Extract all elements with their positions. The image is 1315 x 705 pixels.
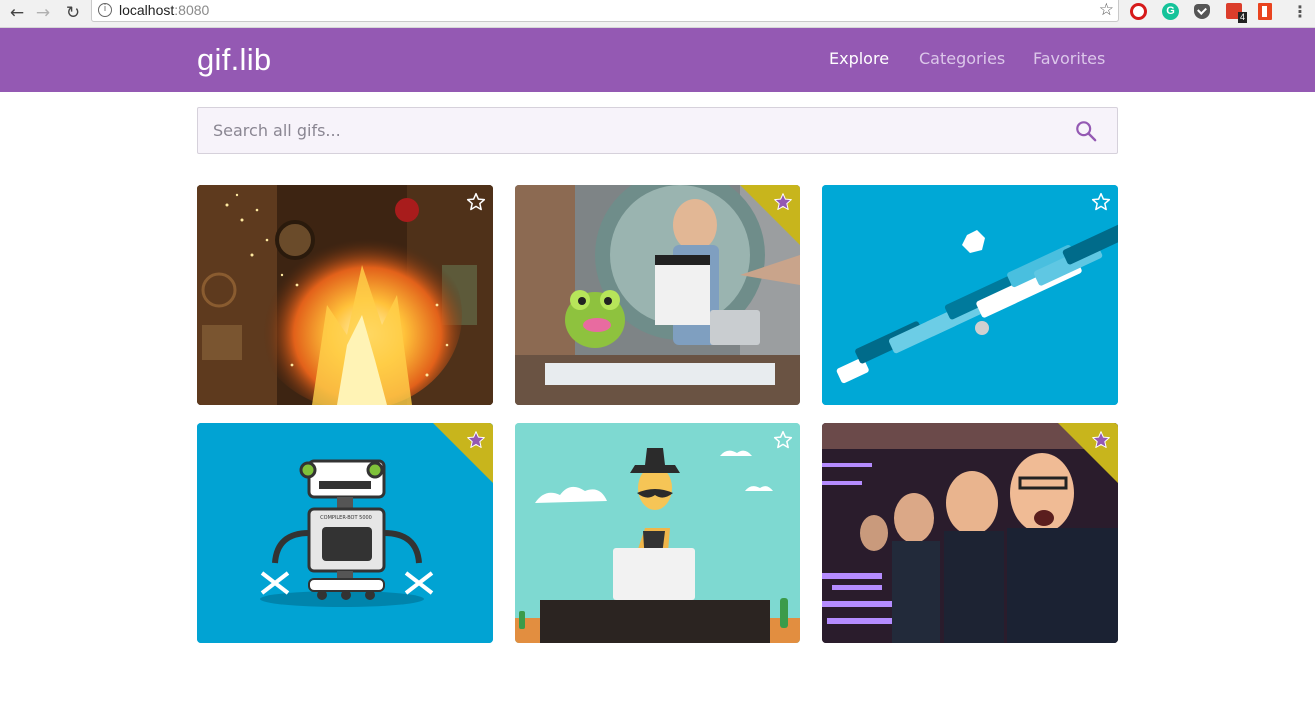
favorite-star-filled-icon[interactable] [1091, 430, 1111, 450]
browser-menu-icon[interactable]: ⋮ [1292, 1, 1308, 23]
favorite-star-outline-icon[interactable] [773, 430, 793, 450]
gif-card[interactable] [515, 185, 800, 405]
bookmark-star-icon[interactable]: ☆ [1099, 0, 1114, 20]
search-bar [197, 107, 1118, 154]
nav-categories[interactable]: Categories [919, 49, 1005, 68]
gif-card[interactable] [515, 423, 800, 643]
favorite-star-filled-icon[interactable] [466, 430, 486, 450]
favorite-star-outline-icon[interactable] [466, 192, 486, 212]
search-input[interactable] [198, 108, 1058, 153]
gif-dominoes-image [822, 185, 1118, 405]
grammarly-extension-icon[interactable]: G [1162, 3, 1179, 20]
gif-card[interactable]: COMPILER-BOT 5000 [197, 423, 493, 643]
gif-card[interactable] [822, 185, 1118, 405]
browser-toolbar: ← → ↻ i localhost:8080 ☆ G 4 ⋮ [0, 0, 1315, 28]
nav-favorites[interactable]: Favorites [1033, 49, 1105, 68]
app-header: gif.lib Explore Categories Favorites [0, 28, 1315, 92]
gif-cowboy-image [515, 423, 800, 643]
address-bar[interactable]: i localhost:8080 ☆ [91, 0, 1119, 22]
gif-card[interactable] [822, 423, 1118, 643]
office-extension-icon[interactable] [1258, 3, 1272, 20]
forward-icon[interactable]: → [32, 2, 54, 24]
robot-label: COMPILER-BOT 5000 [320, 515, 372, 521]
extension-badge: 4 [1237, 12, 1247, 23]
nav-explore[interactable]: Explore [829, 49, 889, 68]
search-icon[interactable] [1075, 120, 1097, 142]
back-icon[interactable]: ← [6, 2, 28, 24]
pocket-extension-icon[interactable] [1194, 4, 1210, 19]
opera-extension-icon[interactable] [1130, 3, 1147, 20]
app-logo[interactable]: gif.lib [197, 42, 271, 78]
info-icon[interactable]: i [98, 3, 112, 17]
gif-card[interactable] [197, 185, 493, 405]
url-text: localhost:8080 [119, 2, 210, 18]
todoist-extension-icon[interactable]: 4 [1226, 3, 1247, 23]
gif-fire-image [197, 185, 493, 405]
favorite-star-outline-icon[interactable] [1091, 192, 1111, 212]
reload-icon[interactable]: ↻ [62, 2, 84, 24]
favorite-star-filled-icon[interactable] [773, 192, 793, 212]
